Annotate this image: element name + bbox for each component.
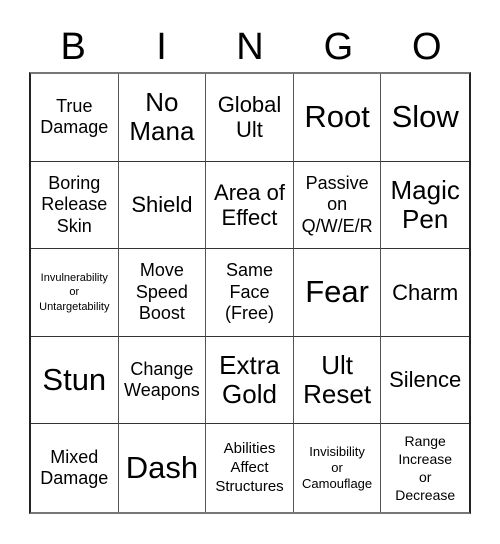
bingo-cell[interactable]: True Damage <box>31 74 119 162</box>
bingo-cell[interactable]: Magic Pen <box>381 162 469 250</box>
header-letter-g: G <box>323 26 354 68</box>
cell-label: Move Speed Boost <box>135 260 188 324</box>
cell-label: Global Ult <box>217 92 282 143</box>
cell-label: Invisibility or Camouflage <box>302 443 373 492</box>
cell-label: Area of Effect <box>214 179 285 230</box>
bingo-cell[interactable]: Passive on Q/W/E/R <box>293 161 382 250</box>
cell-label: Abilities Affect Structures <box>215 440 284 495</box>
cell-label: Stun <box>42 362 107 398</box>
bingo-cell[interactable]: Invisibility or Camouflage <box>294 424 382 512</box>
cell-label: Invulnerability or Untargetability <box>39 272 110 313</box>
bingo-cell[interactable]: Ult Reset <box>293 336 382 425</box>
header-letter-o: O <box>411 26 442 68</box>
cell-label: No Mana <box>129 87 195 147</box>
cell-label: Range Increase or Decrease <box>395 432 456 504</box>
cell-label: Same Face (Free) <box>224 260 274 324</box>
bingo-header: B I N G O <box>29 22 471 72</box>
header-letter-i: I <box>156 26 167 68</box>
bingo-cell[interactable]: Slow <box>381 74 469 162</box>
bingo-cell[interactable]: Range Increase or Decrease <box>381 424 469 512</box>
cell-label: True Damage <box>40 95 109 138</box>
cell-label: Mixed Damage <box>40 446 109 489</box>
cell-label: Fear <box>305 274 369 310</box>
header-letter-b: B <box>60 26 86 68</box>
cell-label: Shield <box>131 192 193 218</box>
bingo-cell[interactable]: Same Face (Free) <box>206 249 294 337</box>
bingo-cell[interactable]: Mixed Damage <box>31 424 119 512</box>
cell-label: Charm <box>392 279 459 305</box>
cell-label: Change Weapons <box>124 358 200 401</box>
bingo-cell[interactable]: No Mana <box>118 74 207 162</box>
bingo-cell[interactable]: Change Weapons <box>118 336 207 425</box>
cell-label: Dash <box>125 450 199 486</box>
bingo-cell[interactable]: Area of Effect <box>206 161 294 250</box>
cell-label: Ult Reset <box>303 349 372 410</box>
bingo-cell[interactable]: Boring Release Skin <box>31 161 119 250</box>
bingo-cell[interactable]: Invulnerability or Untargetability <box>31 249 119 337</box>
cell-label: Boring Release Skin <box>41 172 108 236</box>
bingo-cell[interactable]: Abilities Affect Structures <box>206 424 294 512</box>
cell-label: Silence <box>389 367 462 393</box>
cell-label: Magic Pen <box>390 174 460 234</box>
bingo-board: True Damage No Mana Global Ult Root Slow… <box>29 72 471 514</box>
bingo-cell[interactable]: Silence <box>381 337 469 425</box>
bingo-cell[interactable]: Root <box>293 74 382 162</box>
bingo-cell[interactable]: Fear <box>293 249 382 337</box>
cell-label: Slow <box>391 99 459 135</box>
bingo-cell[interactable]: Shield <box>118 161 207 250</box>
cell-label: Root <box>304 99 370 135</box>
bingo-cell[interactable]: Stun <box>31 336 119 425</box>
cell-label: Passive on Q/W/E/R <box>301 172 373 236</box>
bingo-cell[interactable]: Extra Gold <box>206 336 294 425</box>
bingo-cell[interactable]: Move Speed Boost <box>118 249 207 337</box>
bingo-cell[interactable]: Global Ult <box>206 74 294 162</box>
bingo-cell[interactable]: Dash <box>119 424 207 512</box>
header-letter-n: N <box>236 26 264 68</box>
bingo-cell[interactable]: Charm <box>381 249 469 337</box>
cell-label: Extra Gold <box>219 349 280 410</box>
